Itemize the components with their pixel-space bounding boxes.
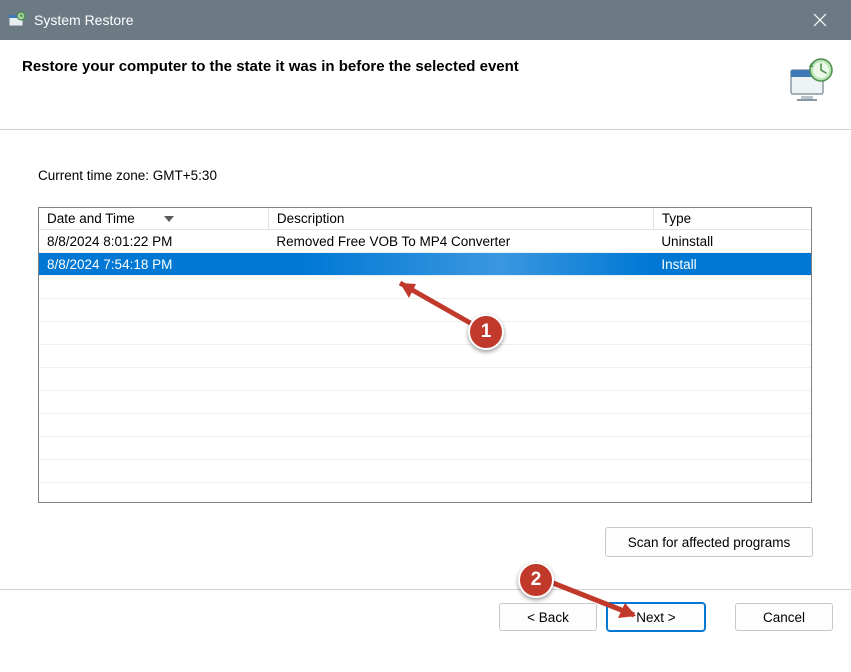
cell-type: Uninstall bbox=[653, 230, 811, 253]
wizard-button-row: < Back Next > Cancel bbox=[0, 590, 851, 644]
timezone-label: Current time zone: GMT+5:30 bbox=[38, 168, 813, 183]
header-panel: Restore your computer to the state it wa… bbox=[0, 40, 851, 130]
cell-type: Install bbox=[653, 253, 811, 276]
cell-date: 8/8/2024 8:01:22 PM bbox=[39, 230, 268, 253]
column-header-type-label: Type bbox=[662, 211, 691, 226]
restore-points-table[interactable]: Date and Time Description Type bbox=[38, 207, 812, 503]
cancel-button[interactable]: Cancel bbox=[735, 603, 833, 631]
table-row[interactable] bbox=[39, 414, 811, 437]
titlebar[interactable]: System Restore bbox=[0, 0, 851, 40]
restore-icon bbox=[8, 11, 26, 29]
next-button[interactable]: Next > bbox=[607, 603, 705, 631]
column-header-description-label: Description bbox=[277, 211, 345, 226]
sort-descending-icon bbox=[164, 210, 174, 225]
table-row-selected[interactable]: 8/8/2024 7:54:18 PM Install bbox=[39, 253, 811, 276]
table-row[interactable] bbox=[39, 345, 811, 368]
column-header-date[interactable]: Date and Time bbox=[39, 208, 268, 230]
table-row[interactable] bbox=[39, 437, 811, 460]
back-button[interactable]: < Back bbox=[499, 603, 597, 631]
main-body: Current time zone: GMT+5:30 Date and Tim… bbox=[0, 130, 851, 571]
system-restore-icon bbox=[787, 56, 835, 104]
header-title: Restore your computer to the state it wa… bbox=[22, 58, 829, 75]
table-row[interactable] bbox=[39, 322, 811, 345]
table-row[interactable] bbox=[39, 460, 811, 483]
cell-description: Removed Free VOB To MP4 Converter bbox=[268, 230, 653, 253]
table-row[interactable]: 8/8/2024 8:01:22 PM Removed Free VOB To … bbox=[39, 230, 811, 253]
column-header-description[interactable]: Description bbox=[268, 208, 653, 230]
table-row[interactable] bbox=[39, 276, 811, 299]
column-header-date-label: Date and Time bbox=[47, 211, 135, 226]
cell-date: 8/8/2024 7:54:18 PM bbox=[39, 253, 268, 276]
column-header-type[interactable]: Type bbox=[653, 208, 811, 230]
table-row[interactable] bbox=[39, 391, 811, 414]
table-row[interactable] bbox=[39, 368, 811, 391]
close-icon bbox=[813, 13, 827, 27]
table-row[interactable] bbox=[39, 299, 811, 322]
cell-description bbox=[268, 253, 653, 276]
scan-affected-button[interactable]: Scan for affected programs bbox=[605, 527, 813, 557]
titlebar-title: System Restore bbox=[34, 12, 799, 28]
close-button[interactable] bbox=[799, 0, 841, 40]
